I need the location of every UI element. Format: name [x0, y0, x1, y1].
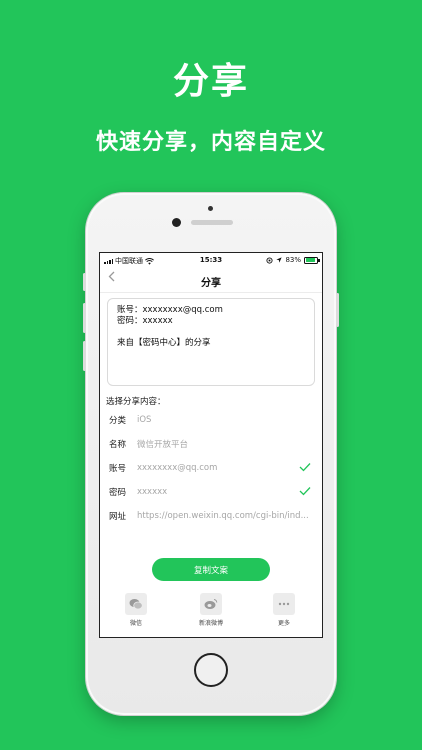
battery-percent: 83%: [285, 256, 301, 264]
status-bar: 中国联通 15:33 83%: [100, 253, 322, 267]
preview-account-line: 账号：xxxxxxxx@qq.com: [117, 305, 223, 315]
location-icon: [276, 257, 283, 263]
copy-text-button[interactable]: 复制文案: [152, 558, 270, 581]
wechat-icon: [125, 593, 147, 615]
share-weibo[interactable]: 新浪微博: [191, 593, 231, 627]
field-row-account[interactable]: 账号 xxxxxxxx@qq.com: [109, 461, 315, 475]
page-title: 分享: [201, 278, 221, 289]
field-row-category[interactable]: 分类 iOS: [109, 413, 315, 427]
field-value: 微信开放平台: [137, 440, 189, 450]
mute-switch: [83, 273, 86, 291]
battery-icon: [304, 256, 320, 264]
share-label: 新浪微博: [198, 620, 223, 627]
field-value: xxxxxx: [137, 487, 168, 497]
checkmark-icon: [299, 463, 311, 472]
field-key: 分类: [109, 416, 127, 426]
hero-title: 分享: [172, 61, 249, 102]
field-row-password[interactable]: 密码 xxxxxx: [109, 485, 315, 499]
field-key: 名称: [109, 440, 127, 450]
home-button[interactable]: [194, 653, 228, 687]
navigation-bar: 分享: [100, 267, 322, 293]
earpiece-speaker: [191, 220, 233, 225]
share-more[interactable]: 更多: [264, 593, 304, 627]
more-icon: [273, 593, 295, 615]
share-wechat[interactable]: 微信: [116, 593, 156, 627]
field-key: 密码: [109, 488, 127, 498]
field-value: https://open.weixin.qq.com/cgi-bin/ind..…: [137, 511, 309, 521]
preview-source-line: 来自【密码中心】的分享: [117, 338, 211, 348]
rotation-lock-icon: [266, 256, 273, 264]
section-label: 选择分享内容：: [106, 397, 166, 407]
field-value: xxxxxxxx@qq.com: [137, 463, 218, 473]
proximity-sensor: [208, 206, 213, 211]
hero-subtitle: 快速分享，内容自定义: [95, 130, 326, 155]
field-row-name[interactable]: 名称 微信开放平台: [109, 437, 315, 451]
volume-up-button: [83, 303, 86, 333]
share-preview-textarea[interactable]: 账号：xxxxxxxx@qq.com 密码：xxxxxx 来自【密码中心】的分享: [107, 298, 315, 386]
phone-screen: 中国联通 15:33 83% 分享 账号：xxxxxxxx@qq.com 密码：…: [100, 253, 322, 637]
share-label: 微信: [129, 620, 142, 627]
power-button: [336, 293, 339, 327]
phone-frame: 中国联通 15:33 83% 分享 账号：xxxxxxxx@qq.com 密码：…: [83, 193, 339, 715]
field-value: iOS: [137, 415, 152, 425]
field-key: 账号: [109, 464, 127, 474]
preview-password-line: 密码：xxxxxx: [117, 316, 173, 326]
checkmark-icon: [299, 487, 311, 496]
share-label: 更多: [277, 620, 290, 627]
volume-down-button: [83, 341, 86, 371]
weibo-icon: [200, 593, 222, 615]
front-camera: [172, 218, 181, 227]
field-key: 网址: [109, 512, 127, 522]
field-row-url[interactable]: 网址 https://open.weixin.qq.com/cgi-bin/in…: [109, 509, 315, 523]
